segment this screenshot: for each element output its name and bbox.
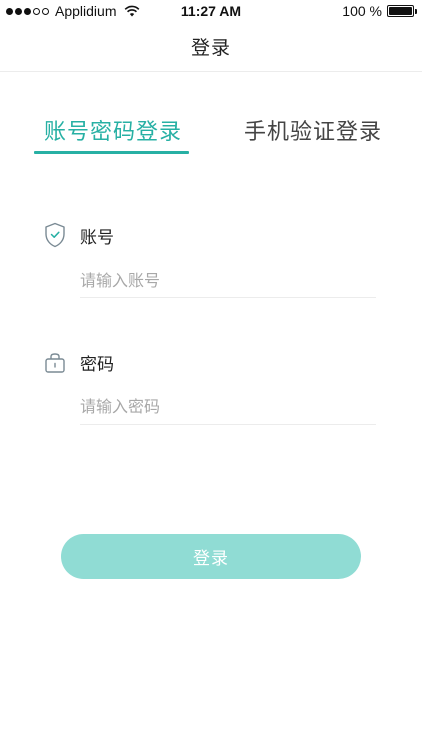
tab-phone-verification-login[interactable]: 手机验证登录 bbox=[244, 114, 382, 146]
nav-bar: 登录 bbox=[0, 22, 422, 72]
tab-account-password-login[interactable]: 账号密码登录 bbox=[44, 114, 182, 146]
password-input-underline bbox=[80, 424, 376, 425]
account-input-underline bbox=[80, 297, 376, 298]
battery-percent: 100 % bbox=[342, 3, 382, 19]
login-screen: Applidium 11:27 AM 100 % 登录 账号密码登录 手机验证登… bbox=[0, 0, 422, 750]
account-input[interactable] bbox=[80, 265, 376, 295]
active-tab-indicator bbox=[34, 151, 189, 154]
account-label: 账号 bbox=[80, 227, 114, 248]
password-field-header: 密码 bbox=[44, 350, 114, 375]
login-button[interactable]: 登录 bbox=[61, 534, 361, 579]
page-title: 登录 bbox=[190, 37, 231, 59]
status-right: 100 % bbox=[342, 3, 417, 19]
status-bar: Applidium 11:27 AM 100 % bbox=[0, 0, 422, 22]
battery-icon bbox=[387, 5, 417, 17]
password-label: 密码 bbox=[80, 355, 114, 375]
password-input[interactable] bbox=[80, 391, 376, 421]
lock-icon bbox=[45, 352, 65, 373]
account-field-header: 账号 bbox=[44, 222, 114, 248]
shield-icon bbox=[45, 222, 65, 248]
